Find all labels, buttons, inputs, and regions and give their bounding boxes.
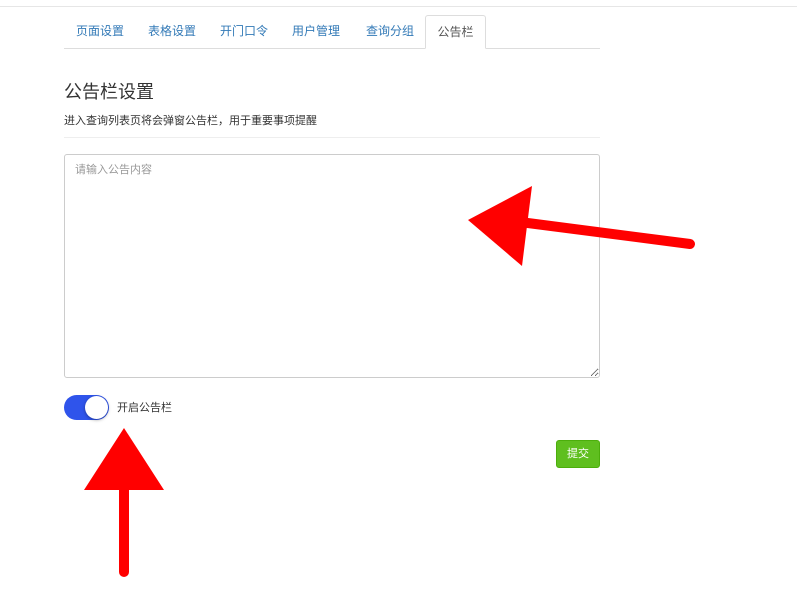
toggle-knob	[85, 396, 108, 419]
notice-enable-toggle[interactable]	[64, 395, 109, 420]
tab-user-management[interactable]: 用户管理	[280, 15, 352, 49]
tab-page-settings[interactable]: 页面设置	[64, 15, 136, 49]
toggle-label: 开启公告栏	[117, 401, 172, 414]
page-description: 进入查询列表页将会弹窗公告栏，用于重要事项提醒	[64, 114, 317, 127]
tab-notice-board[interactable]: 公告栏	[425, 15, 486, 49]
submit-button[interactable]: 提交	[556, 440, 600, 468]
page-title: 公告栏设置	[64, 82, 154, 103]
tab-query-groups[interactable]: 查询分组	[354, 15, 426, 49]
arrow-up-icon	[84, 428, 164, 577]
tab-door-password[interactable]: 开门口令	[208, 15, 280, 49]
top-border	[0, 6, 797, 7]
notice-content-input[interactable]	[64, 154, 600, 378]
settings-tabs: 页面设置 表格设置 开门口令 用户管理 查询分组 公告栏	[64, 15, 600, 49]
tab-table-settings[interactable]: 表格设置	[136, 15, 208, 49]
divider	[64, 137, 600, 138]
